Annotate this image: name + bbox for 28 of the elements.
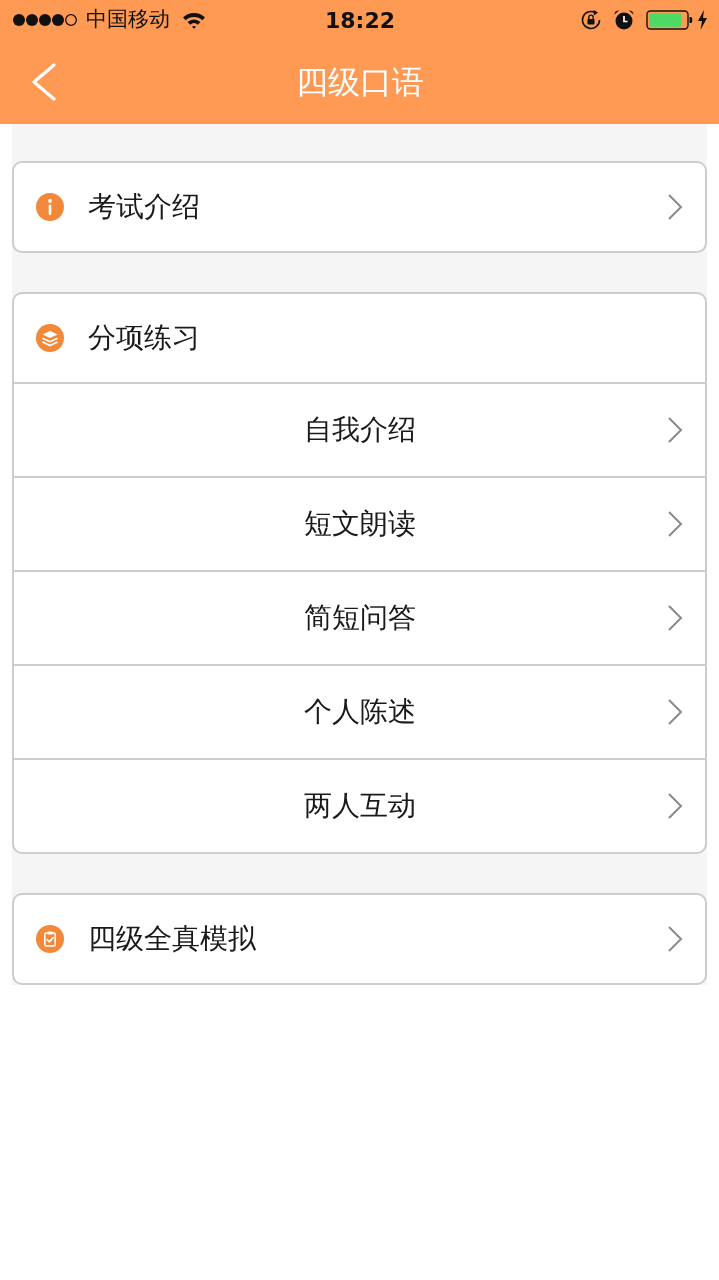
submenu-item[interactable]: 两人互动 — [14, 758, 705, 852]
submenu-item[interactable]: 个人陈述 — [14, 664, 705, 758]
chevron-right-icon — [667, 925, 683, 953]
chevron-right-icon — [667, 792, 683, 820]
layers-icon — [36, 324, 64, 352]
menu-item[interactable]: 四级全真模拟 — [12, 893, 707, 985]
status-time: 18:22 — [325, 6, 395, 35]
carrier-name: 中国移动 — [86, 6, 170, 34]
chevron-right-icon — [667, 416, 683, 444]
wifi-icon — [182, 11, 206, 29]
chevron-right-icon — [667, 698, 683, 726]
signal-dots-icon — [12, 13, 78, 27]
clipboard-check-icon — [36, 925, 64, 953]
submenu-item[interactable]: 短文朗读 — [14, 476, 705, 570]
chevron-right-icon — [667, 510, 683, 538]
charging-bolt-icon — [697, 10, 708, 30]
chevron-right-icon — [667, 604, 683, 632]
alarm-clock-icon — [613, 9, 635, 31]
page-title: 四级口语 — [295, 62, 424, 103]
info-icon — [36, 193, 64, 221]
chevron-right-icon — [667, 193, 683, 221]
section-title: 分项练习 — [88, 320, 201, 356]
menu-item[interactable]: 考试介绍 — [12, 161, 707, 253]
submenu-item[interactable]: 简短问答 — [14, 570, 705, 664]
battery-icon — [646, 10, 693, 30]
submenu-item[interactable]: 自我介绍 — [14, 382, 705, 476]
back-chevron-icon — [30, 63, 56, 101]
rotation-lock-icon — [580, 9, 602, 31]
